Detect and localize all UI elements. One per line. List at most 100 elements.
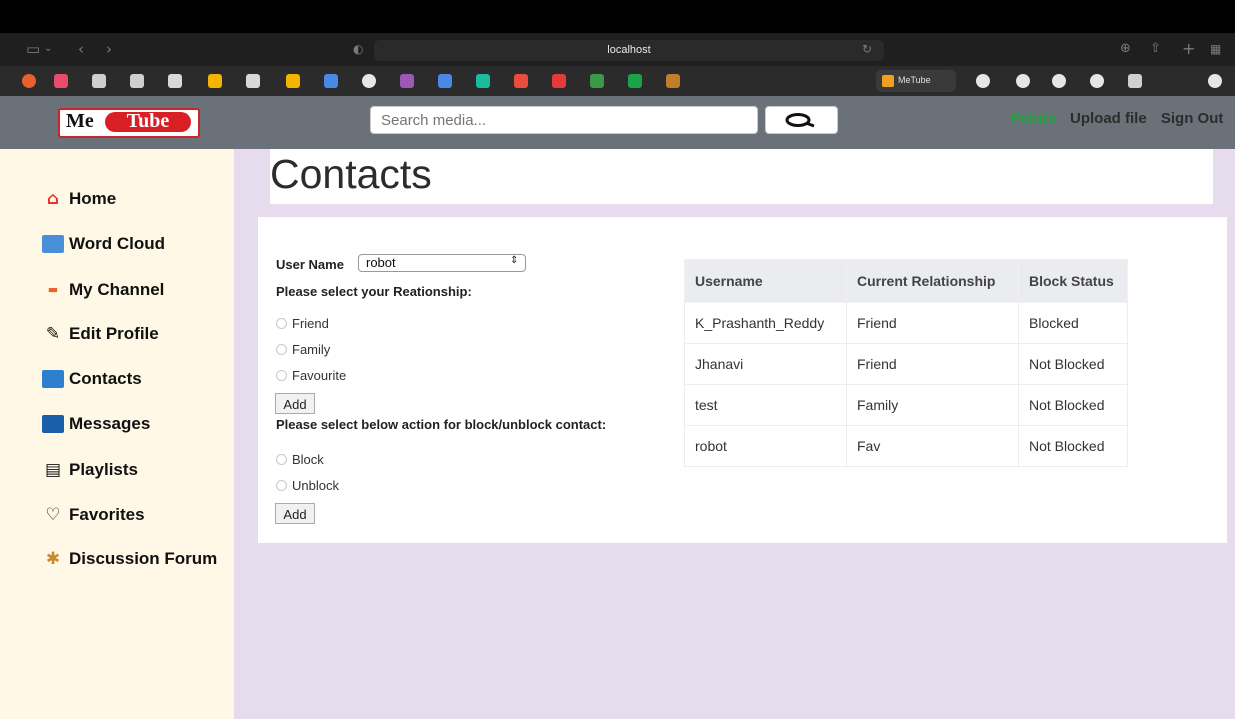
share-icon[interactable]: ⇧ [1150, 41, 1161, 57]
tab-favicon-icon[interactable] [92, 74, 106, 88]
tab-favicon-icon[interactable] [130, 74, 144, 88]
points-link[interactable]: Points [1010, 110, 1056, 127]
address-bar-url: localhost [607, 44, 651, 56]
sidebar-item-home[interactable]: ⌂ Home [42, 189, 116, 209]
back-icon[interactable]: ‹ [78, 41, 84, 57]
cell-block-status: Not Blocked [1018, 343, 1128, 385]
sidebar-item-discussion-forum[interactable]: ✱ Discussion Forum [42, 549, 217, 569]
google-icon[interactable] [1090, 74, 1104, 88]
column-header-username: Username [684, 259, 847, 303]
new-tab-icon[interactable]: + [1182, 41, 1195, 57]
radio-favourite[interactable]: Favourite [276, 368, 346, 383]
sidebar-item-edit-profile[interactable]: ✎ Edit Profile [42, 324, 159, 344]
edit-profile-icon: ✎ [45, 324, 61, 344]
tab-favicon-icon[interactable] [514, 74, 528, 88]
docs-icon[interactable] [324, 74, 338, 88]
drive-icon[interactable] [286, 74, 300, 88]
sidebar-item-label: My Channel [69, 280, 165, 299]
radio-friend[interactable]: Friend [276, 316, 329, 331]
reload-icon[interactable]: ↻ [862, 41, 872, 57]
cell-relationship: Family [846, 384, 1019, 426]
search-input[interactable] [370, 106, 758, 134]
tab-bar [0, 66, 1235, 96]
table-row: Jhanavi Friend Not Blocked [684, 343, 1128, 385]
tab-favicon-icon[interactable] [552, 74, 566, 88]
sidebar-item-label: Messages [69, 414, 151, 433]
tab-favicon-icon[interactable] [476, 74, 490, 88]
home-icon: ⌂ [46, 189, 60, 209]
channel-icon: ▬ [47, 283, 59, 296]
tab-favicon-icon[interactable] [400, 74, 414, 88]
header-links: Points Upload file Sign Out [1010, 110, 1223, 127]
sidebar-item-label: Favorites [69, 505, 145, 524]
radio-label: Unblock [292, 478, 339, 493]
block-prompt: Please select below action for block/unb… [276, 417, 607, 432]
radio-label: Block [292, 452, 324, 467]
radio-label: Favourite [292, 368, 347, 383]
radio-button[interactable] [276, 318, 287, 329]
user-name-label: User Name [276, 257, 344, 272]
logo-text-me: Me [66, 110, 94, 132]
sidebar-item-contacts[interactable]: Contacts [42, 369, 142, 389]
table-row: test Family Not Blocked [684, 384, 1128, 426]
radio-button[interactable] [276, 370, 287, 381]
sidebar-item-label: Contacts [69, 369, 142, 388]
favorites-icon: ♡ [45, 505, 61, 525]
logo-text-tube: Tube [126, 110, 170, 132]
forum-icon: ✱ [45, 549, 61, 569]
cell-block-status: Not Blocked [1018, 384, 1128, 426]
tab-metube-label: MeTube [898, 75, 931, 85]
cell-relationship: Friend [846, 343, 1019, 385]
user-name-select[interactable]: robot [358, 254, 526, 272]
drive-icon[interactable] [208, 74, 222, 88]
google-icon[interactable] [976, 74, 990, 88]
tab-favicon-icon[interactable] [590, 74, 604, 88]
google-icon[interactable] [1016, 74, 1030, 88]
tab-favicon-icon[interactable] [666, 74, 680, 88]
add-relationship-button[interactable]: Add [275, 393, 315, 414]
cell-block-status: Blocked [1018, 302, 1128, 344]
sidebar-item-messages[interactable]: Messages [42, 414, 150, 434]
cell-username: Jhanavi [684, 343, 847, 385]
google-icon[interactable] [362, 74, 376, 88]
sidebar-item-label: Word Cloud [69, 234, 165, 253]
cell-relationship: Fav [846, 425, 1019, 467]
privacy-shield-icon[interactable]: ◐ [353, 41, 363, 57]
google-icon[interactable] [1208, 74, 1222, 88]
tab-overview-icon[interactable]: ▦ [1210, 41, 1221, 57]
forward-icon[interactable]: › [106, 41, 112, 57]
chevron-down-icon[interactable]: ⌄ [44, 41, 52, 57]
github-icon[interactable] [168, 74, 182, 88]
messages-icon [42, 415, 64, 433]
sheets-icon[interactable] [628, 74, 642, 88]
sidebar-item-favorites[interactable]: ♡ Favorites [42, 505, 145, 525]
sidebar-item-playlists[interactable]: ▤ Playlists [42, 460, 138, 480]
upload-file-link[interactable]: Upload file [1070, 110, 1147, 127]
metube-favicon-icon [882, 75, 894, 87]
download-icon[interactable]: ⊕ [1120, 41, 1131, 57]
cell-username: test [684, 384, 847, 426]
radio-button[interactable] [276, 344, 287, 355]
radio-button[interactable] [276, 454, 287, 465]
docs-icon[interactable] [438, 74, 452, 88]
playlists-icon: ▤ [44, 460, 62, 480]
contacts-icon [42, 370, 64, 388]
radio-button[interactable] [276, 480, 287, 491]
sign-out-link[interactable]: Sign Out [1161, 110, 1224, 127]
sidebar-item-word-cloud[interactable]: Word Cloud [42, 234, 165, 254]
tab-favicon-icon[interactable] [54, 74, 68, 88]
relationship-prompt: Please select your Reationship: [276, 284, 472, 299]
radio-block[interactable]: Block [276, 452, 324, 467]
tab-favicon-icon[interactable] [22, 74, 36, 88]
github-icon[interactable] [246, 74, 260, 88]
radio-unblock[interactable]: Unblock [276, 478, 339, 493]
word-cloud-icon [42, 235, 64, 253]
google-icon[interactable] [1052, 74, 1066, 88]
sidebar-item-my-channel[interactable]: ▬ My Channel [42, 280, 165, 300]
sidebar-item-label: Home [69, 189, 117, 208]
add-block-button[interactable]: Add [275, 503, 315, 524]
column-header-relationship: Current Relationship [846, 259, 1019, 303]
tab-favicon-icon[interactable] [1128, 74, 1142, 88]
sidebar-toggle-icon[interactable]: ▭ [26, 41, 40, 57]
radio-family[interactable]: Family [276, 342, 330, 357]
